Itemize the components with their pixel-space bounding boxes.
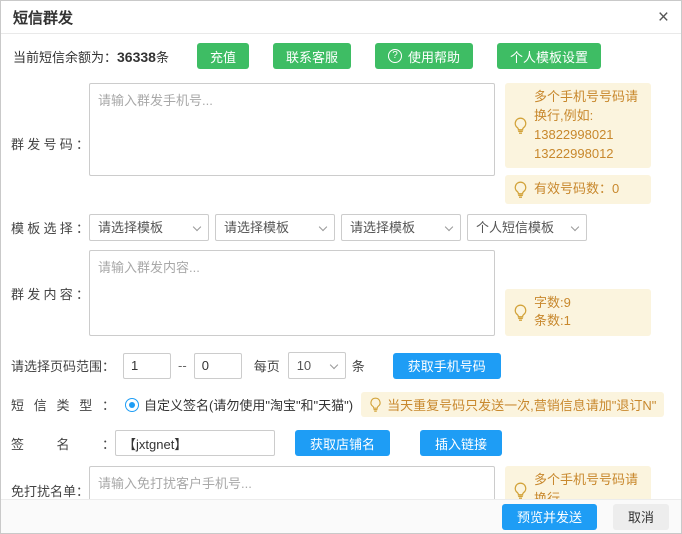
recipients-label: 群发号码：: [11, 134, 89, 153]
template-label: 模板选择：: [11, 218, 89, 237]
balance-unit: 条: [156, 50, 169, 65]
char-count-value: 9: [564, 295, 571, 310]
insert-link-button[interactable]: 插入链接: [420, 430, 502, 456]
page-from-input[interactable]: [123, 353, 171, 379]
dnd-label: 免打扰名单：: [11, 481, 89, 500]
personal-template-select-wrap: 个人短信模板: [467, 214, 587, 241]
page-to-input[interactable]: [194, 353, 242, 379]
radio-dot: [129, 402, 135, 408]
help-button[interactable]: ? 使用帮助: [375, 43, 473, 69]
personal-template-button[interactable]: 个人模板设置: [497, 43, 601, 69]
dialog-header: 短信群发 ×: [1, 1, 681, 34]
fetch-numbers-button[interactable]: 获取手机号码: [393, 353, 501, 379]
sms-type-label: 短信类型：: [11, 395, 115, 414]
personal-template-select[interactable]: 个人短信模板: [467, 214, 587, 241]
content-label: 群发内容：: [11, 284, 89, 303]
valid-count-text: 有效号码数：0: [534, 180, 619, 199]
dialog-footer: 预览并发送 取消: [1, 499, 681, 533]
signature-label: 签名：: [11, 434, 115, 453]
balance-value: 36338: [117, 49, 156, 65]
duplicate-hint: 当天重复号码只发送一次,营销信息请加"退订N": [361, 392, 664, 417]
recharge-button[interactable]: 充值: [197, 43, 249, 69]
template-row: 模板选择： 请选择模板 请选择模板 请选择模板 个人短信模板: [1, 214, 681, 241]
sms-type-row: 短信类型： 自定义签名(请勿使用"淘宝"和"天猫") 当天重复号码只发送一次,营…: [1, 392, 681, 417]
duplicate-hint-text: 当天重复号码只发送一次,营销信息请加"退订N": [387, 395, 656, 414]
multiline-hint-text: 多个手机号号码请换行,例如: 13822998021 13222998012: [534, 88, 643, 163]
template-select-2-wrap: 请选择模板: [215, 214, 335, 241]
template-select-1[interactable]: 请选择模板: [89, 214, 209, 241]
content-input[interactable]: [89, 250, 495, 336]
page-range-row: 请选择页码范围： -- 每页 10 条 获取手机号码: [1, 352, 681, 379]
lightbulb-icon: [513, 117, 528, 134]
preview-send-button[interactable]: 预览并发送: [502, 504, 597, 530]
valid-count-label: 有效号码数：: [534, 181, 612, 196]
count-hint-text: 字数:9 条数:1: [534, 294, 571, 332]
per-page-select-wrap: 10: [288, 352, 346, 379]
lightbulb-icon: [513, 304, 528, 321]
question-icon: ?: [388, 49, 402, 63]
template-select-3-wrap: 请选择模板: [341, 214, 461, 241]
sms-balance: 当前短信余额为：36338条: [13, 47, 169, 66]
hint-example-1: 13822998021: [534, 126, 643, 145]
custom-signature-radio[interactable]: [125, 398, 139, 412]
multiline-hint: 多个手机号号码请换行,例如: 13822998021 13222998012: [505, 83, 651, 168]
lightbulb-icon: [369, 397, 382, 412]
balance-label: 当前短信余额为：: [13, 50, 117, 65]
content-hints: 字数:9 条数:1: [505, 250, 651, 336]
msg-count-value: 1: [564, 313, 571, 328]
signature-row: 签名： 获取店铺名 插入链接: [1, 430, 681, 456]
close-icon[interactable]: ×: [658, 8, 669, 27]
per-page-label: 每页: [254, 356, 280, 375]
help-button-label: 使用帮助: [408, 47, 460, 66]
msg-count: 条数:1: [534, 312, 571, 331]
hint-line: 多个手机号号码请换行,例如:: [534, 88, 643, 126]
sms-bulk-send-dialog: 短信群发 × 当前短信余额为：36338条 充值 联系客服 ? 使用帮助 个人模…: [0, 0, 682, 534]
signature-input[interactable]: [115, 430, 275, 456]
char-count-label: 字数:: [534, 295, 564, 310]
lightbulb-icon: [513, 482, 528, 499]
hint-example-2: 13222998012: [534, 145, 643, 164]
range-separator: --: [178, 358, 187, 373]
template-select-3[interactable]: 请选择模板: [341, 214, 461, 241]
cancel-button[interactable]: 取消: [613, 504, 669, 530]
per-page-unit: 条: [352, 356, 365, 375]
per-page-select[interactable]: 10: [288, 352, 346, 379]
valid-count-hint: 有效号码数：0: [505, 175, 651, 204]
recipients-input[interactable]: [89, 83, 495, 176]
template-select-1-wrap: 请选择模板: [89, 214, 209, 241]
char-count: 字数:9: [534, 294, 571, 313]
template-select-2[interactable]: 请选择模板: [215, 214, 335, 241]
get-shop-name-button[interactable]: 获取店铺名: [295, 430, 390, 456]
content-row: 群发内容： 字数:9 条数:1: [1, 250, 681, 336]
count-hint: 字数:9 条数:1: [505, 289, 651, 337]
recipients-hints: 多个手机号号码请换行,例如: 13822998021 13222998012 有…: [505, 83, 651, 204]
balance-toolbar: 当前短信余额为：36338条 充值 联系客服 ? 使用帮助 个人模板设置: [1, 43, 681, 69]
contact-support-button[interactable]: 联系客服: [273, 43, 351, 69]
dialog-title: 短信群发: [13, 7, 73, 28]
lightbulb-icon: [513, 181, 528, 198]
page-range-label: 请选择页码范围：: [11, 356, 115, 375]
recipients-row: 群发号码： 多个手机号号码请换行,例如: 13822998021 1322299…: [1, 83, 681, 204]
valid-count-value: 0: [612, 181, 619, 196]
custom-signature-radio-label: 自定义签名(请勿使用"淘宝"和"天猫"): [144, 395, 353, 414]
msg-count-label: 条数:: [534, 313, 564, 328]
